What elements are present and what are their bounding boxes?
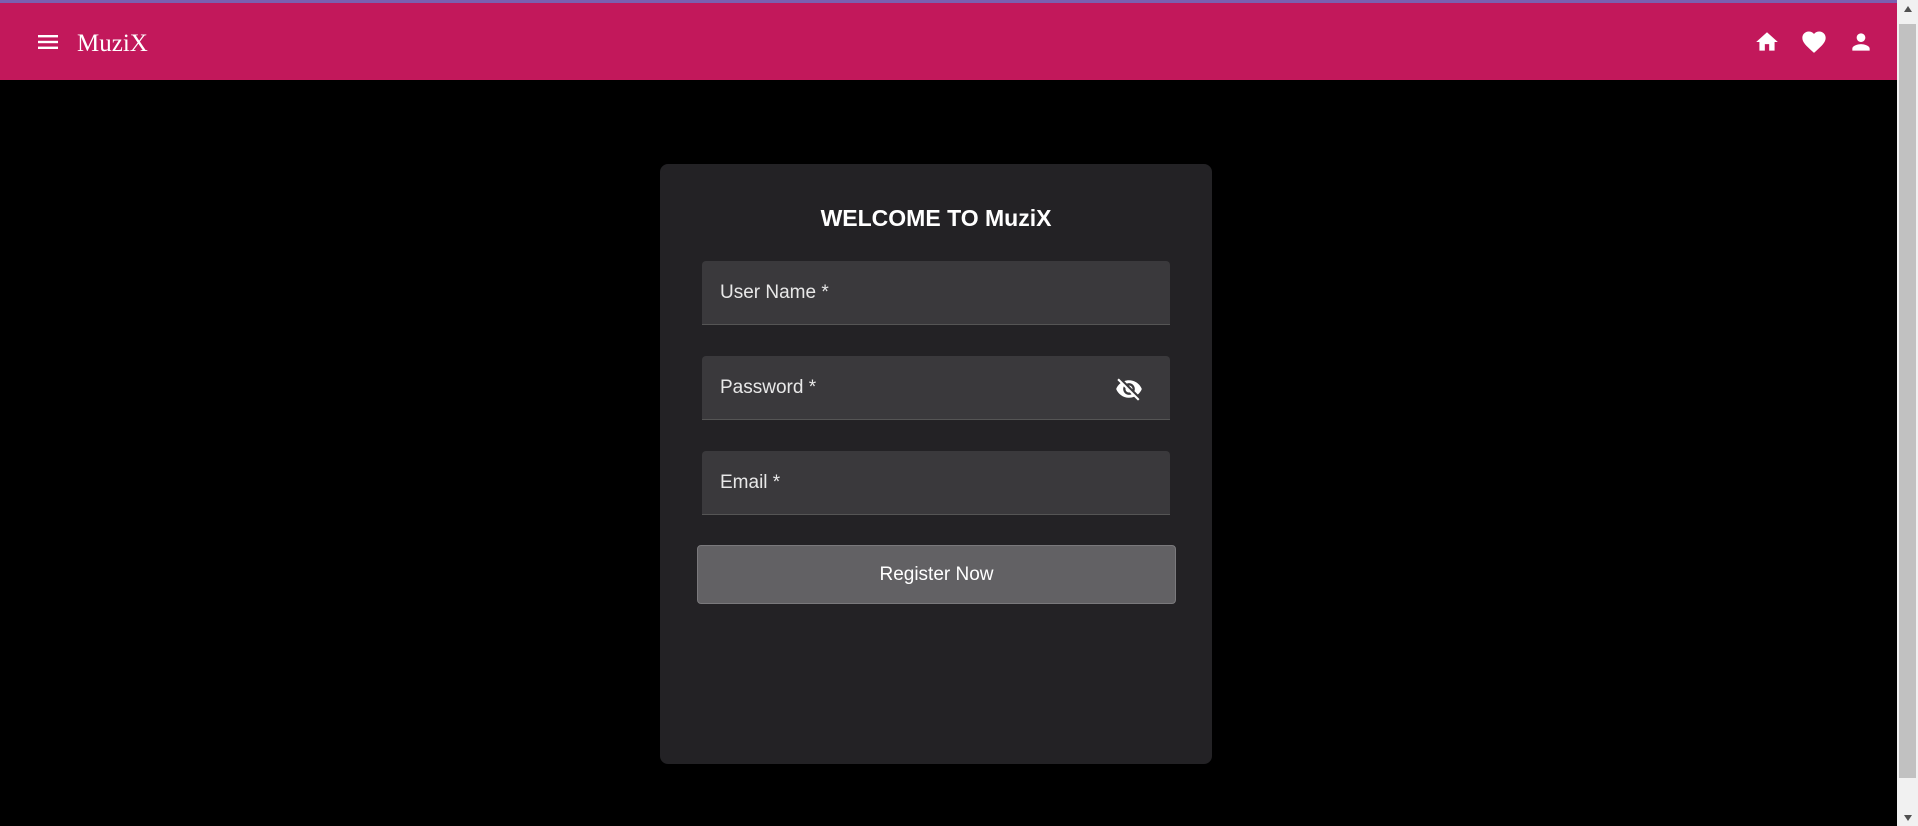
password-field	[702, 356, 1170, 420]
visibility-off-icon	[1116, 378, 1142, 401]
favourites-button[interactable]	[1797, 25, 1830, 58]
home-icon	[1755, 31, 1778, 51]
app-title[interactable]: MuziX	[77, 27, 148, 61]
menu-icon	[38, 35, 58, 49]
register-card: WELCOME TO MuziX Register Now	[660, 164, 1212, 764]
email-input[interactable]	[702, 451, 1170, 514]
menu-button[interactable]	[33, 27, 63, 57]
heart-icon	[1801, 31, 1826, 53]
toolbar-actions	[1750, 25, 1877, 58]
scroll-down-button[interactable]	[1897, 809, 1918, 826]
register-button[interactable]: Register Now	[697, 545, 1176, 604]
username-input[interactable]	[702, 261, 1170, 324]
form-title: WELCOME TO MuziX	[820, 205, 1052, 231]
account-button[interactable]	[1844, 25, 1877, 58]
username-field	[702, 261, 1170, 325]
email-field	[702, 451, 1170, 515]
arrow-up-icon	[1903, 5, 1912, 12]
page: MuziX WELCOME TO MuziX User Name * Email…	[0, 0, 1918, 826]
scroll-thumb[interactable]	[1899, 24, 1916, 778]
scroll-up-button[interactable]	[1897, 0, 1918, 17]
arrow-down-icon	[1903, 814, 1912, 821]
password-input[interactable]	[702, 356, 1170, 419]
home-button[interactable]	[1750, 25, 1783, 58]
toolbar: MuziX	[0, 3, 1897, 80]
person-icon	[1851, 32, 1870, 51]
password-visibility-toggle[interactable]	[1114, 374, 1144, 404]
vertical-scrollbar[interactable]	[1897, 0, 1918, 826]
